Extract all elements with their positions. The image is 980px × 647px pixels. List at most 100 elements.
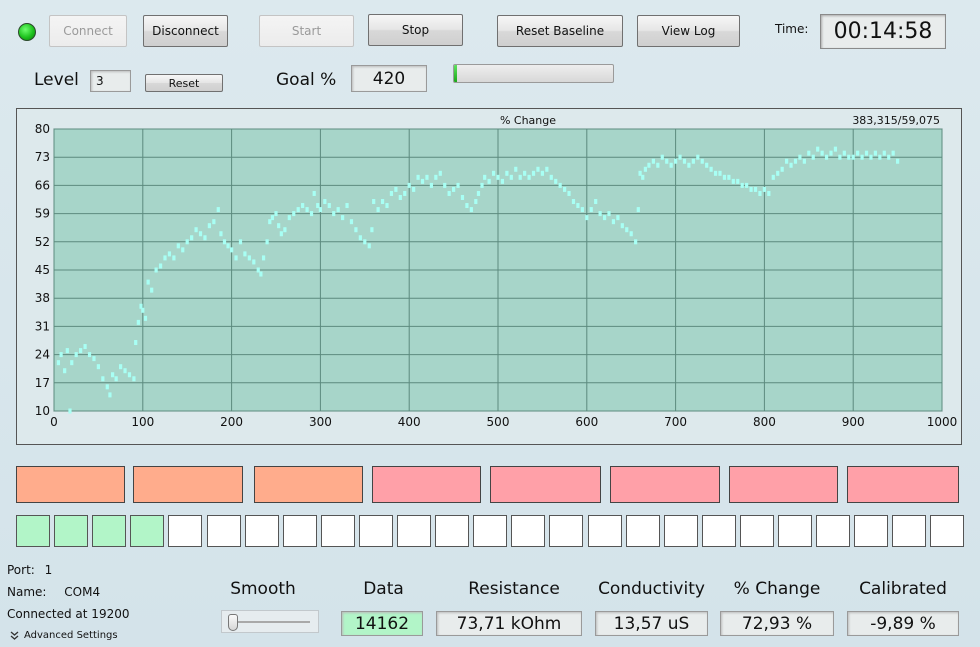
- view-log-button[interactable]: View Log: [637, 15, 740, 47]
- level-cell: [92, 515, 126, 547]
- data-point: [259, 271, 263, 277]
- data-point: [146, 279, 150, 285]
- data-point: [616, 215, 620, 221]
- data-point: [816, 146, 820, 152]
- data-point: [465, 203, 469, 209]
- level-cell: [473, 515, 507, 547]
- data-point: [554, 178, 558, 184]
- data-point: [243, 251, 247, 257]
- y-tick-label: 73: [35, 150, 50, 164]
- port-info: Port: 1: [7, 563, 52, 577]
- data-point: [194, 227, 198, 233]
- resistance-label: Resistance: [468, 579, 560, 599]
- data-point: [108, 392, 112, 398]
- data-point: [558, 182, 562, 188]
- advanced-settings-toggle[interactable]: Advanced Settings: [10, 630, 118, 641]
- data-point: [127, 372, 132, 378]
- data-point: [567, 190, 571, 196]
- data-point: [887, 154, 891, 160]
- data-point: [873, 150, 877, 156]
- status-tile: [847, 466, 959, 503]
- data-point: [480, 182, 484, 188]
- data-point: [585, 215, 589, 221]
- data-point: [63, 368, 67, 374]
- goal-progress-fill: [454, 65, 458, 82]
- data-point: [665, 158, 669, 164]
- data-point: [474, 199, 478, 205]
- data-point: [629, 231, 633, 237]
- smooth-slider-thumb[interactable]: [228, 614, 238, 631]
- data-point: [540, 170, 544, 176]
- x-tick-label: 0: [50, 415, 58, 429]
- reset-baseline-button[interactable]: Reset Baseline: [497, 15, 623, 47]
- status-tile: [372, 466, 481, 503]
- data-point: [279, 231, 283, 237]
- percent-change-chart: 0 100 200 300 400 500 600 700 800 900 1000 10 17 24 31…: [16, 108, 962, 445]
- y-tick-label: 31: [35, 319, 50, 333]
- x-tick-label: 500: [487, 415, 510, 429]
- port-value: 1: [44, 563, 53, 577]
- data-point: [274, 211, 278, 217]
- data-point: [740, 182, 744, 188]
- data-point: [154, 267, 158, 273]
- data-point: [882, 150, 886, 156]
- data-point: [336, 207, 340, 213]
- goal-label: Goal %: [276, 70, 337, 90]
- data-point: [261, 255, 266, 261]
- start-button[interactable]: Start: [259, 15, 354, 47]
- data-point: [682, 158, 687, 164]
- data-point: [111, 372, 115, 378]
- disconnect-button[interactable]: Disconnect: [143, 15, 228, 47]
- data-point: [700, 158, 704, 164]
- data-point: [420, 178, 425, 184]
- level-cell: [549, 515, 583, 547]
- y-tick-label: 66: [35, 178, 50, 192]
- data-point: [327, 203, 331, 209]
- data-point: [878, 154, 882, 160]
- data-point: [842, 150, 846, 156]
- conductivity-value-display: 13,57 uS: [595, 611, 708, 636]
- level-cell: [778, 515, 812, 547]
- data-point: [869, 154, 873, 160]
- data-point: [412, 186, 416, 192]
- data-point: [425, 174, 429, 180]
- smooth-slider[interactable]: [221, 610, 319, 633]
- level-reset-button[interactable]: Reset: [145, 74, 223, 92]
- data-point: [301, 203, 305, 209]
- data-point: [105, 384, 109, 390]
- level-input[interactable]: 3: [90, 70, 131, 92]
- data-point: [79, 348, 83, 354]
- data-point: [318, 207, 322, 213]
- data-point: [181, 247, 185, 253]
- data-point: [323, 199, 327, 205]
- y-tick-label: 80: [35, 122, 50, 136]
- connect-button[interactable]: Connect: [49, 15, 127, 47]
- data-point: [896, 158, 900, 164]
- data-point: [416, 174, 420, 180]
- port-label: Port:: [7, 563, 35, 577]
- data-point: [505, 170, 509, 176]
- data-point: [491, 170, 496, 176]
- data-point: [518, 174, 522, 180]
- x-tick-label: 600: [575, 415, 598, 429]
- data-point: [372, 199, 376, 205]
- data-point: [856, 150, 860, 156]
- data-point: [687, 162, 691, 168]
- data-point: [891, 150, 895, 156]
- x-tick-label: 900: [842, 415, 865, 429]
- resistance-value-display: 73,71 kOhm: [436, 611, 582, 636]
- data-point: [136, 319, 140, 325]
- data-point: [736, 178, 740, 184]
- level-cell: [626, 515, 660, 547]
- level-cell: [168, 515, 202, 547]
- level-cell: [892, 515, 926, 547]
- data-point: [780, 166, 784, 172]
- data-point: [434, 174, 438, 180]
- stop-button[interactable]: Stop: [368, 14, 463, 46]
- level-cell: [816, 515, 850, 547]
- data-point: [753, 186, 758, 192]
- data-point: [643, 166, 648, 172]
- level-cell: [397, 515, 431, 547]
- data-point: [514, 166, 518, 172]
- data-point: [798, 154, 802, 160]
